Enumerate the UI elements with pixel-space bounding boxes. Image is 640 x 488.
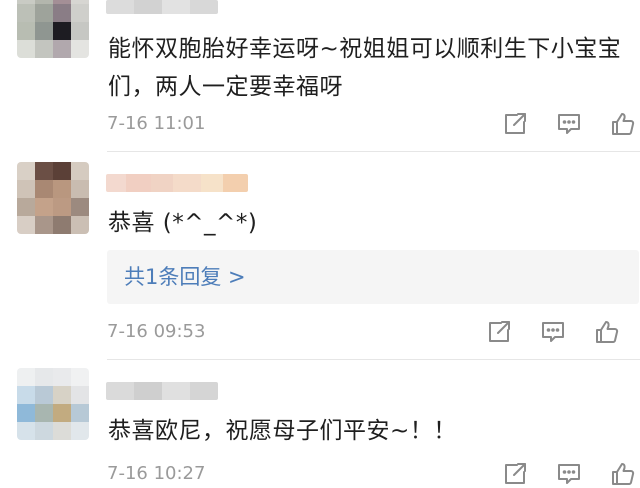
comment-item: 恭喜欧尼，祝愿母子们平安~！！ 7-16 10:27 — [0, 360, 640, 488]
like-icon[interactable] — [594, 319, 620, 345]
avatar[interactable] — [17, 368, 89, 440]
share-icon[interactable] — [502, 461, 528, 487]
comment-item: 能怀双胞胎好幸运呀~祝姐姐可以顺利生下小宝宝们，两人一定要幸福呀 7-16 11… — [0, 0, 640, 152]
view-replies-link[interactable]: 共1条回复 > — [124, 250, 246, 304]
comment-time: 7-16 11:01 — [107, 113, 206, 134]
share-icon[interactable] — [502, 111, 528, 137]
comment-icon[interactable] — [556, 111, 582, 137]
avatar[interactable] — [17, 162, 89, 234]
username-blurred[interactable] — [106, 0, 218, 14]
comment-time: 7-16 10:27 — [107, 463, 206, 484]
username-blurred[interactable] — [106, 382, 218, 400]
comment-icon[interactable] — [556, 461, 582, 487]
comment-time: 7-16 09:53 — [107, 321, 206, 342]
reply-box[interactable]: 共1条回复 > — [107, 250, 639, 304]
comment-meta: 7-16 10:27 — [107, 461, 640, 487]
comment-text: 恭喜 (*^_^*) — [108, 210, 258, 236]
comment-text: 能怀双胞胎好幸运呀~祝姐姐可以顺利生下小宝宝们，两人一定要幸福呀 — [108, 36, 622, 100]
comment-meta: 7-16 09:53 — [107, 319, 640, 345]
share-icon[interactable] — [486, 319, 512, 345]
avatar[interactable] — [17, 0, 89, 58]
like-icon[interactable] — [610, 461, 636, 487]
comment-item: 恭喜 (*^_^*) 共1条回复 > 7-16 09:53 — [0, 152, 640, 360]
like-icon[interactable] — [610, 111, 636, 137]
comment-icon[interactable] — [540, 319, 566, 345]
username-blurred[interactable] — [106, 174, 248, 192]
comment-list: 能怀双胞胎好幸运呀~祝姐姐可以顺利生下小宝宝们，两人一定要幸福呀 7-16 11… — [0, 0, 640, 488]
comment-text: 恭喜欧尼，祝愿母子们平安~！！ — [108, 418, 457, 444]
comment-meta: 7-16 11:01 — [107, 111, 640, 137]
